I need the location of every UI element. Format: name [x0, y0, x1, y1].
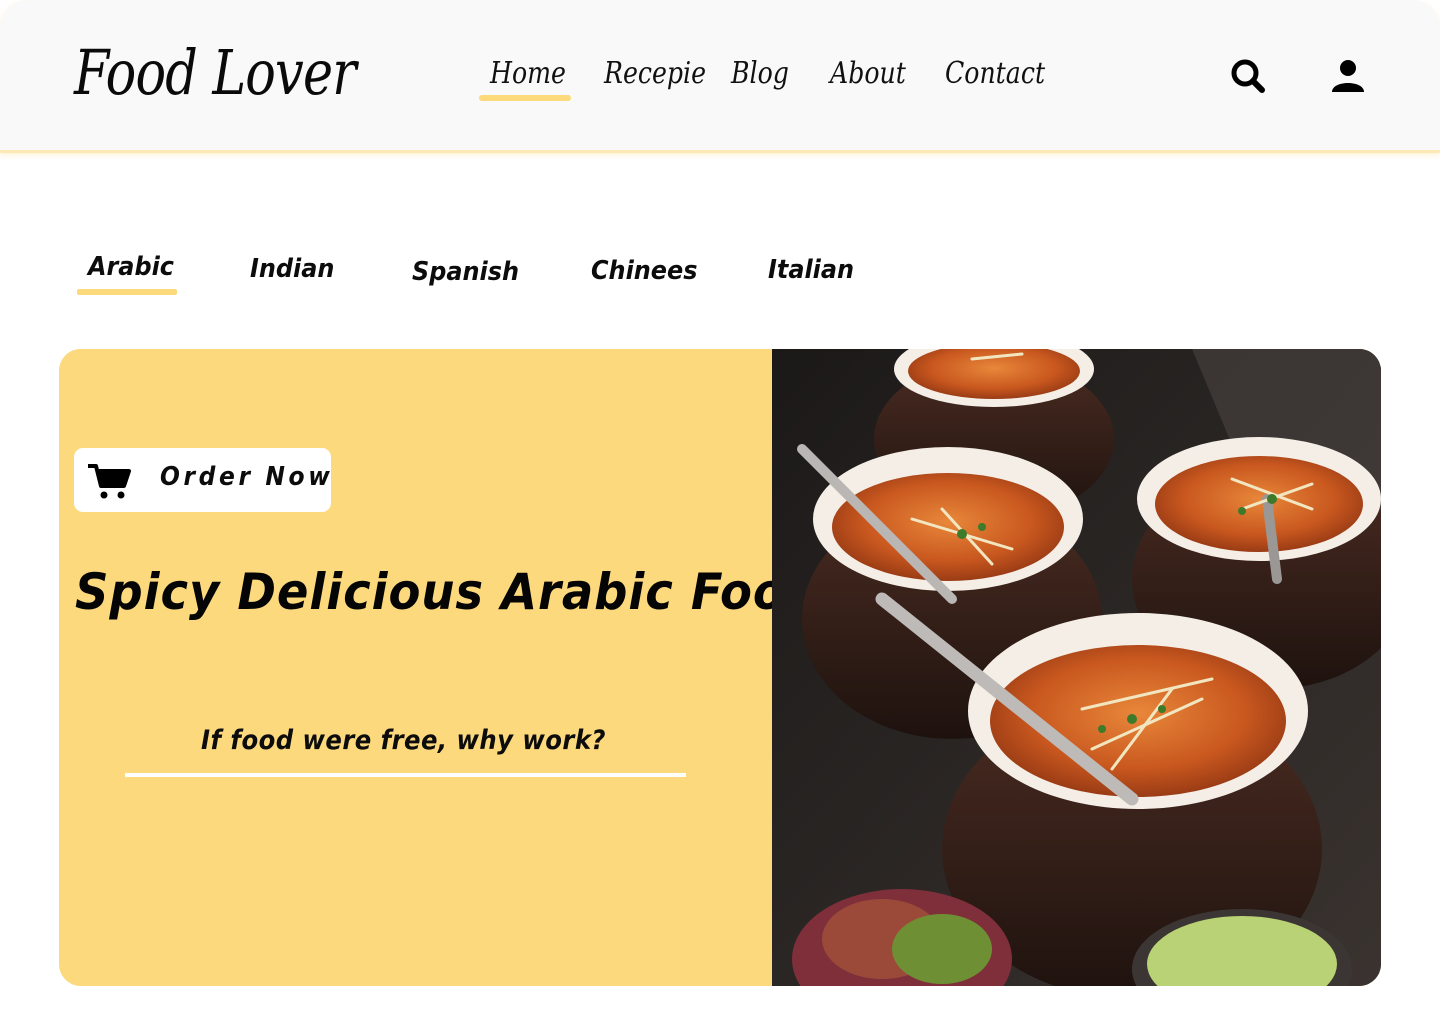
search-icon[interactable] [1228, 56, 1268, 96]
food-bowls-photo [772, 349, 1381, 986]
tagline-divider [125, 773, 686, 777]
hero-tagline: If food were free, why work? [201, 725, 606, 756]
nav-active-indicator [479, 95, 571, 101]
tab-spanish[interactable]: Spanish [412, 257, 519, 287]
tab-chinees[interactable]: Chinees [591, 256, 698, 286]
site-logo[interactable]: Food Lover [74, 36, 357, 109]
hero-content: Order Now Spicy Delicious Arabic Food If… [59, 349, 819, 986]
nav-blog[interactable]: Blog [731, 56, 789, 102]
site-header: Food Lover Home Recepie Blog About Conta… [0, 0, 1440, 153]
hero-headline: Spicy Delicious Arabic Food [75, 563, 820, 621]
cart-icon [86, 462, 132, 500]
hero-banner: Order Now Spicy Delicious Arabic Food If… [59, 349, 1381, 986]
order-now-label: Order Now [160, 462, 334, 492]
nav-contact[interactable]: Contact [945, 56, 1045, 102]
order-now-button[interactable]: Order Now [74, 448, 331, 512]
tab-indian[interactable]: Indian [250, 254, 334, 284]
nav-recepie[interactable]: Recepie [604, 56, 706, 102]
nav-about[interactable]: About [830, 56, 906, 102]
user-icon[interactable] [1328, 56, 1368, 96]
tab-active-indicator [77, 289, 177, 295]
tab-arabic[interactable]: Arabic [88, 252, 174, 282]
tab-italian[interactable]: Italian [768, 255, 854, 285]
